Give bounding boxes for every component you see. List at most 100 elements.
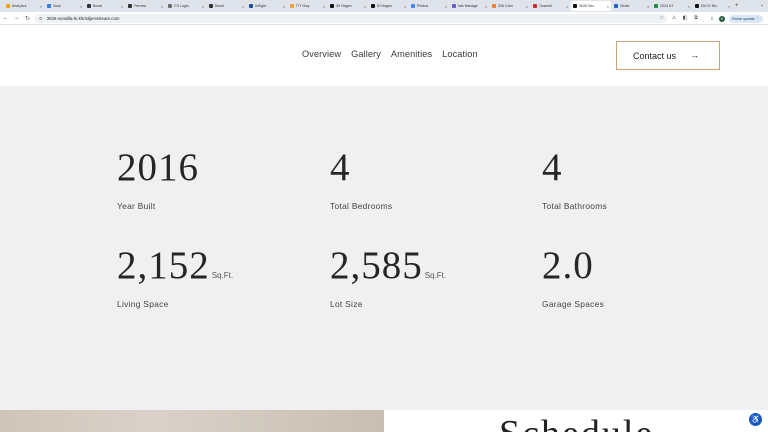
- stat-bedrooms: 4 Total Bedrooms: [330, 148, 392, 211]
- browser-tab[interactable]: Channel ×: [531, 1, 571, 11]
- browser-tab[interactable]: Photos ×: [409, 1, 449, 11]
- browser-tab[interactable]: Preview ×: [126, 1, 166, 11]
- tab-title: Preview: [133, 4, 147, 8]
- extension-warning-icon[interactable]: ⚠: [671, 15, 677, 21]
- stat-value: 2,152: [117, 244, 210, 287]
- tab-favicon-icon: [6, 4, 10, 8]
- tab-close-icon[interactable]: ×: [607, 4, 609, 9]
- browser-tab[interactable]: 30 Hagen ×: [328, 1, 368, 11]
- tab-close-icon[interactable]: ×: [485, 4, 487, 9]
- browser-tab[interactable]: 30 Hagen ×: [369, 1, 409, 11]
- tab-close-icon[interactable]: ×: [323, 4, 325, 9]
- browser-tab-strip: Analytics × Desk × Boost × Preview × CS Login × Bo…: [0, 0, 768, 12]
- browser-toolbar: ← → ↻ ⚙ 3026-sonsilla-ln.khristijerviste…: [0, 12, 768, 25]
- stat-bathrooms: 4 Total Bathrooms: [542, 148, 607, 211]
- tab-favicon-icon: [168, 4, 172, 8]
- stat-value: 2016: [117, 146, 199, 189]
- browser-tab[interactable]: Distric ×: [612, 1, 652, 11]
- new-tab-button[interactable]: +: [735, 3, 739, 9]
- stat-label: Total Bedrooms: [330, 201, 393, 211]
- schedule-section: Schedule: [384, 410, 768, 432]
- tab-close-icon[interactable]: ×: [161, 4, 163, 9]
- tab-close-icon[interactable]: ×: [526, 4, 528, 9]
- contact-us-button[interactable]: Contact us →: [616, 41, 720, 70]
- tab-favicon-icon: [370, 4, 375, 8]
- tab-title: Distric: [619, 4, 630, 8]
- tab-favicon-icon: [249, 4, 253, 8]
- tab-close-icon[interactable]: ×: [40, 4, 42, 9]
- tab-favicon-icon: [289, 4, 294, 8]
- tab-close-icon[interactable]: ×: [647, 4, 649, 9]
- browser-tab[interactable]: 2024 KJ ×: [652, 1, 692, 11]
- tab-title: 336 Cam: [498, 4, 513, 8]
- tab-close-icon[interactable]: ×: [121, 4, 123, 9]
- stat-label: Garage Spaces: [542, 299, 605, 309]
- finish-update-button[interactable]: Finish update ⋮: [729, 14, 763, 23]
- browser-tab[interactable]: Desk ×: [45, 1, 85, 11]
- tab-favicon-icon: [613, 4, 618, 8]
- download-icon[interactable]: ⤓: [709, 15, 715, 21]
- tab-favicon-icon: [492, 4, 496, 8]
- browser-tab[interactable]: CS Login ×: [166, 1, 206, 11]
- stat-lot-size: 2,585 Sq.Ft. Lot Size: [330, 246, 446, 309]
- stat-label: Total Bathrooms: [542, 201, 608, 211]
- tab-close-icon[interactable]: ×: [80, 4, 82, 9]
- tab-close-icon[interactable]: ×: [202, 4, 204, 9]
- extensions-puzzle-icon[interactable]: ⧉: [693, 15, 699, 21]
- tab-title: 777 Hwy: [295, 4, 310, 8]
- tab-close-icon[interactable]: ×: [566, 4, 568, 9]
- tab-title: Ads Manage: [457, 4, 478, 8]
- tab-title: 30 Hagen: [376, 4, 393, 8]
- stat-value: 2.0: [542, 244, 594, 287]
- tab-close-icon[interactable]: ×: [283, 4, 285, 9]
- nav-overview[interactable]: Overview: [302, 49, 341, 59]
- browser-tab[interactable]: Boost ×: [207, 1, 247, 11]
- back-icon[interactable]: ←: [0, 15, 11, 21]
- nav-amenities[interactable]: Amenities: [391, 49, 432, 59]
- tab-close-icon[interactable]: ×: [364, 4, 366, 9]
- browser-tab[interactable]: InSight ×: [247, 1, 287, 11]
- arrow-right-icon: →: [690, 50, 699, 60]
- browser-tab[interactable]: 336 Cam ×: [490, 1, 530, 11]
- reload-icon[interactable]: ↻: [22, 15, 33, 22]
- tab-title: Analytics: [12, 4, 27, 8]
- stat-garage-spaces: 2.0 Garage Spaces: [542, 246, 604, 309]
- tab-favicon-icon: [451, 4, 456, 8]
- tab-favicon-icon: [208, 4, 213, 8]
- tab-favicon-icon: [46, 4, 51, 8]
- tab-favicon-icon: [573, 4, 577, 8]
- tab-close-icon[interactable]: ×: [445, 4, 447, 9]
- browser-tab[interactable]: Analytics ×: [4, 1, 44, 11]
- tab-favicon-icon: [127, 4, 132, 8]
- profile-avatar[interactable]: K: [719, 15, 725, 22]
- browser-tab[interactable]: 3026 Sev ×: [571, 1, 611, 11]
- tab-favicon-icon: [87, 4, 91, 8]
- tab-title: 150 El Niv: [700, 4, 717, 8]
- stat-value: 2,585: [330, 244, 423, 287]
- site-info-icon[interactable]: ⚙: [39, 16, 43, 21]
- tab-close-icon[interactable]: ×: [688, 4, 690, 9]
- tab-close-icon[interactable]: ×: [404, 4, 406, 9]
- tab-title: 3026 Sev: [579, 4, 595, 8]
- address-bar[interactable]: ⚙ 3026-sonsilla-ln.khristijervisteam.com…: [35, 14, 667, 23]
- nav-gallery[interactable]: Gallery: [351, 49, 381, 59]
- browser-tab[interactable]: Ads Manage ×: [450, 1, 490, 11]
- browser-tab[interactable]: Boost ×: [85, 1, 125, 11]
- browser-tab[interactable]: 777 Hwy ×: [288, 1, 328, 11]
- accessibility-icon[interactable]: ♿: [749, 413, 762, 426]
- stat-year-built: 2016 Year Built: [117, 148, 201, 211]
- site-nav: Overview Gallery Amenities Location: [302, 49, 488, 59]
- tab-close-icon[interactable]: ×: [728, 4, 730, 9]
- tab-title: Boost: [214, 4, 224, 8]
- tab-close-icon[interactable]: ×: [242, 4, 244, 9]
- tab-title: Channel: [538, 4, 552, 8]
- stat-label: Living Space: [117, 299, 169, 309]
- tab-search-icon[interactable]: ⌄: [760, 2, 764, 8]
- nav-location[interactable]: Location: [442, 49, 478, 59]
- tab-title: 30 Hagen: [336, 4, 352, 8]
- forward-icon[interactable]: →: [11, 15, 22, 21]
- bookmark-star-icon[interactable]: ☆: [660, 15, 664, 21]
- extension-icon[interactable]: ◧: [682, 15, 688, 21]
- browser-tab[interactable]: 150 El Niv ×: [693, 1, 733, 11]
- stat-value: 4: [542, 146, 563, 189]
